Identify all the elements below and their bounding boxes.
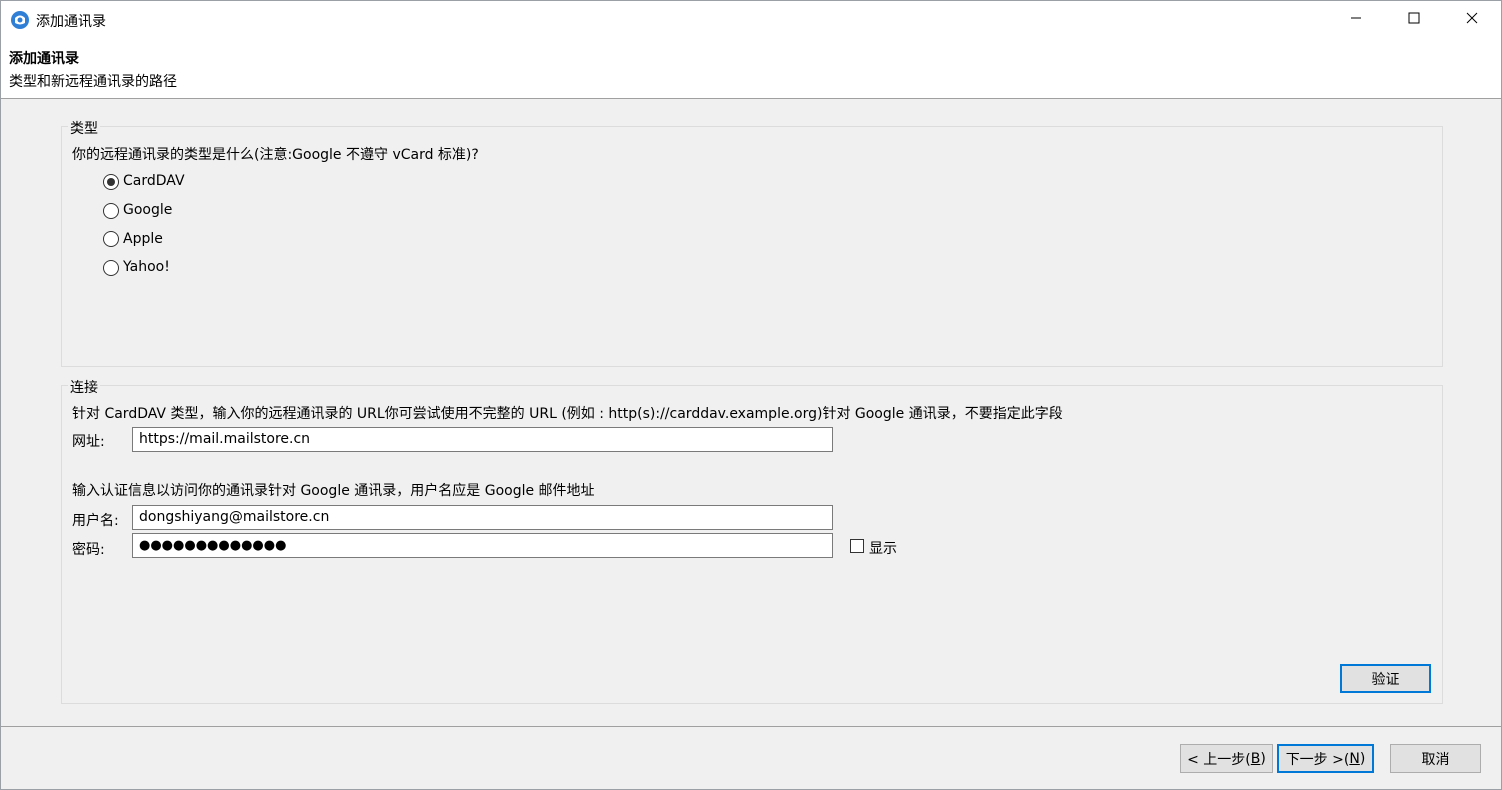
maximize-icon [1408,12,1420,28]
url-label: 网址: [72,434,105,450]
show-password-checkbox[interactable] [850,539,864,553]
next-button-accesskey: N [1349,750,1360,767]
connection-group-legend: 连接 [68,377,100,397]
radio-carddav[interactable] [103,174,119,190]
minimize-button[interactable] [1327,1,1385,39]
radio-google-label[interactable]: Google [123,202,172,218]
window-title: 添加通讯录 [36,14,106,30]
radio-apple[interactable] [103,231,119,247]
maximize-button[interactable] [1385,1,1443,39]
back-button-accesskey: B [1250,750,1261,767]
page-title: 添加通讯录 [9,51,79,67]
username-input[interactable]: dongshiyang@mailstore.cn [132,505,833,530]
page-subtitle: 类型和新远程通讯录的路径 [9,74,177,90]
close-button[interactable] [1443,1,1501,39]
next-button-label: 下一步 >( [1285,751,1350,768]
type-group-legend: 类型 [68,118,100,138]
show-password-label[interactable]: 显示 [869,538,897,558]
auth-hint: 输入认证信息以访问你的通讯录针对 Google 通讯录，用户名应是 Google… [72,483,595,499]
radio-carddav-label[interactable]: CardDAV [123,173,185,189]
add-address-book-window: 添加通讯录 添加通讯录 类型和新远程通讯录的路径 类型 你的远程通讯录的类型是什… [0,0,1502,790]
type-question: 你的远程通讯录的类型是什么(注意:Google 不遵守 vCard 标准)? [72,147,479,163]
username-label: 用户名: [72,513,119,529]
password-label: 密码: [72,542,105,558]
radio-google[interactable] [103,203,119,219]
back-button[interactable]: < 上一步(B) [1180,744,1273,773]
wizard-header: 添加通讯录 类型和新远程通讯录的路径 [1,39,1501,99]
next-button-tail: ) [1359,750,1366,767]
radio-apple-label[interactable]: Apple [123,231,163,247]
back-button-label: < 上一步( [1187,751,1251,768]
minimize-icon [1350,12,1362,28]
radio-yahoo-label[interactable]: Yahoo! [123,259,170,275]
title-bar: 添加通讯录 [1,1,1501,39]
verify-button[interactable]: 验证 [1340,664,1431,693]
password-input[interactable]: ●●●●●●●●●●●●● [132,533,833,558]
url-hint: 针对 CardDAV 类型，输入你的远程通讯录的 URL你可尝试使用不完整的 U… [72,406,1063,422]
footer-divider [1,726,1501,727]
next-button[interactable]: 下一步 >(N) [1277,744,1374,773]
url-input[interactable]: https://mail.mailstore.cn [132,427,833,452]
radio-yahoo[interactable] [103,260,119,276]
back-button-tail: ) [1260,750,1266,767]
app-logo-icon [10,10,30,30]
close-icon [1466,12,1478,28]
cancel-button[interactable]: 取消 [1390,744,1481,773]
